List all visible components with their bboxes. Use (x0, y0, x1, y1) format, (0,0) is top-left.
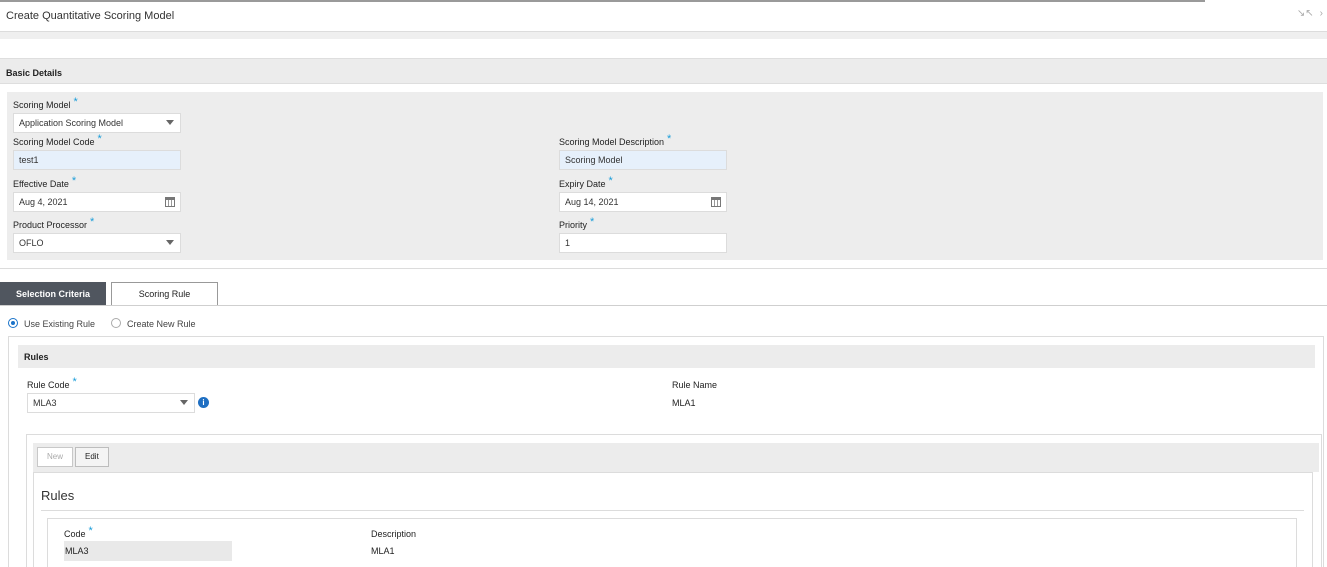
rule-name-value: MLA1 (672, 398, 696, 408)
effective-date-input[interactable]: Aug 4, 2021 (13, 192, 181, 212)
required-marker: * (88, 525, 93, 537)
rule-code-select[interactable]: MLA3 (27, 393, 195, 413)
calendar-icon[interactable] (711, 197, 721, 207)
calendar-icon[interactable] (165, 197, 175, 207)
scoring-model-code-label: Scoring Model Code * (13, 133, 102, 147)
create-new-rule-radio[interactable] (111, 318, 121, 328)
edit-button[interactable]: Edit (75, 447, 109, 467)
required-marker: * (72, 376, 77, 388)
create-new-rule-label[interactable]: Create New Rule (127, 319, 196, 329)
code-label: Code * (64, 525, 93, 539)
rule-code-label: Rule Code * (27, 376, 77, 390)
required-marker: * (667, 133, 672, 145)
priority-input[interactable]: 1 (559, 233, 727, 253)
priority-label: Priority * (559, 216, 595, 230)
tab-scoring-rule[interactable]: Scoring Rule (111, 282, 218, 306)
scoring-model-description-input[interactable]: Scoring Model (559, 150, 727, 170)
required-marker: * (97, 133, 102, 145)
basic-details-header (0, 58, 1327, 84)
chevron-down-icon (180, 400, 188, 405)
rules-toolbar (33, 443, 1319, 472)
scoring-model-select[interactable]: Application Scoring Model (13, 113, 181, 133)
product-processor-select[interactable]: OFLO (13, 233, 181, 253)
rules-header (18, 345, 1315, 368)
required-marker: * (590, 216, 595, 228)
description-value: MLA1 (371, 546, 395, 556)
tab-underline (0, 305, 1327, 306)
rules-title: Rules (24, 352, 49, 362)
product-processor-label: Product Processor * (13, 216, 95, 230)
expiry-date-label: Expiry Date * (559, 175, 613, 189)
basic-details-title: Basic Details (6, 68, 63, 78)
rule-name-label: Rule Name (672, 380, 718, 390)
chevron-down-icon (166, 120, 174, 125)
use-existing-rule-label[interactable]: Use Existing Rule (24, 319, 95, 329)
header-band (0, 32, 1327, 39)
info-icon[interactable]: i (198, 397, 209, 408)
required-marker: * (73, 96, 78, 108)
use-existing-rule-radio[interactable] (8, 318, 18, 328)
window-controls: ↘↖ › (1297, 8, 1323, 19)
top-border (0, 0, 1205, 2)
scoring-model-description-label: Scoring Model Description * (559, 133, 672, 147)
effective-date-label: Effective Date * (13, 175, 77, 189)
rules-card-divider (41, 510, 1304, 511)
rules-grid (47, 518, 1297, 567)
required-marker: * (71, 175, 77, 187)
close-icon[interactable]: › (1320, 8, 1323, 19)
section-divider (0, 268, 1327, 269)
required-marker: * (608, 175, 613, 187)
scoring-model-label: Scoring Model * (13, 96, 78, 110)
rules-card-title: Rules (41, 488, 75, 503)
minimize-icon[interactable]: ↘↖ (1297, 8, 1314, 19)
window-title: Create Quantitative Scoring Model (6, 10, 175, 22)
required-marker: * (90, 216, 95, 228)
new-button[interactable]: New (37, 447, 74, 467)
description-label: Description (371, 529, 417, 539)
chevron-down-icon (166, 240, 174, 245)
scoring-model-code-input[interactable]: test1 (13, 150, 181, 170)
expiry-date-input[interactable]: Aug 14, 2021 (559, 192, 727, 212)
code-value: MLA3 (64, 541, 232, 561)
tab-selection-criteria[interactable]: Selection Criteria (0, 282, 106, 306)
